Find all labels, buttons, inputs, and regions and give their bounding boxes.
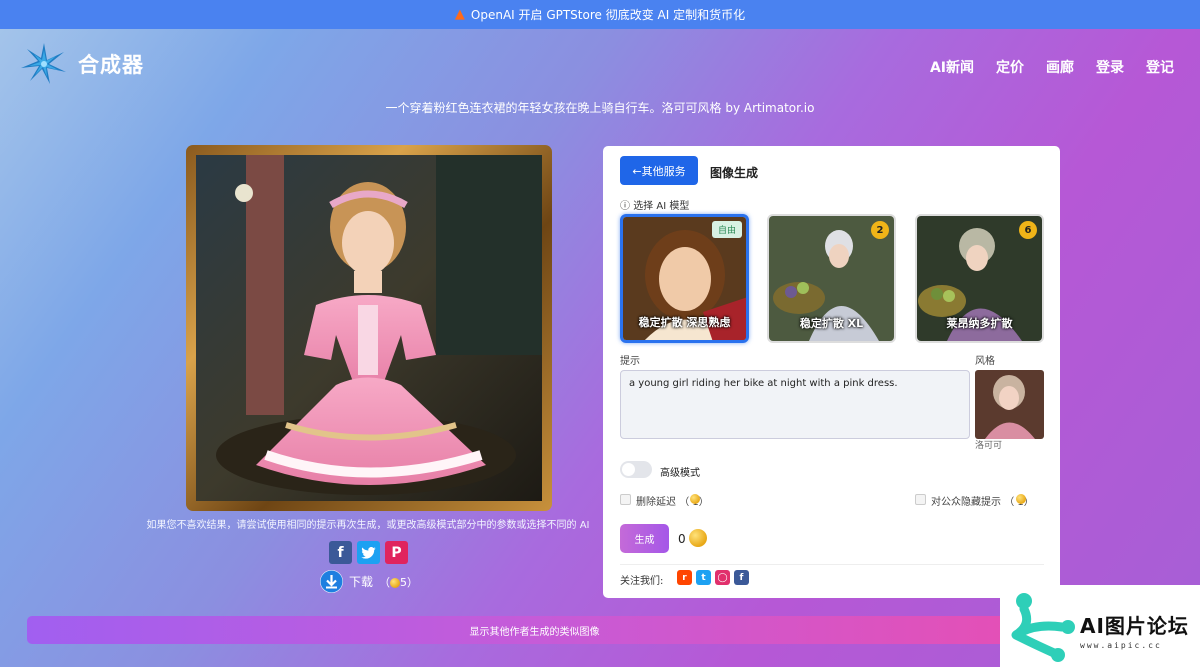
advanced-mode-toggle[interactable]	[620, 461, 652, 478]
info-icon: ⓘ	[620, 201, 630, 212]
site-header: 合成器 AI新闻 定价 画廊 登录 登记	[0, 29, 1200, 101]
download-cost: （5）	[379, 575, 419, 589]
announcement-text: OpenAI 开启 GPTStore 彻底改变 AI 定制和货币化	[470, 8, 746, 22]
generation-panel: ←其他服务 图像生成 ⓘ 选择 AI 模型 自由 稳定扩散 深思熟虑 2 稳定扩…	[603, 146, 1060, 598]
model-option-sd-xl[interactable]: 2 稳定扩散 XL	[767, 214, 896, 343]
free-badge: 自由	[711, 221, 742, 238]
twitter-icon[interactable]: t	[696, 570, 711, 585]
watermark-logo-icon	[1011, 593, 1075, 662]
twitter-icon[interactable]	[357, 541, 380, 564]
generated-image[interactable]	[196, 155, 542, 501]
show-similar-images-button[interactable]: 显示其他作者生成的类似图像	[27, 616, 1042, 644]
other-services-button[interactable]: ←其他服务	[620, 156, 698, 185]
watermark: AI图片论坛 www.aipic.cc	[1000, 585, 1200, 667]
nav-register[interactable]: 登记	[1146, 57, 1174, 77]
download-label: 下载	[349, 575, 374, 589]
facebook-icon[interactable]: f	[734, 570, 749, 585]
nav-gallery[interactable]: 画廊	[1046, 57, 1074, 77]
model-name: 莱昂纳多扩散	[946, 317, 1013, 330]
nav-ai-news[interactable]: AI新闻	[930, 57, 974, 77]
style-label: 风格	[975, 356, 995, 367]
model-select-label: ⓘ 选择 AI 模型	[620, 201, 690, 212]
style-name: 洛可可	[975, 441, 1003, 451]
coin-icon	[1016, 494, 1026, 504]
instagram-icon[interactable]: ◯	[715, 570, 730, 585]
generate-button[interactable]: 生成	[620, 524, 669, 553]
prompt-label: 提示	[620, 356, 640, 367]
share-buttons: f P	[329, 541, 408, 564]
coin-balance: 0	[678, 532, 686, 546]
remove-delay-checkbox[interactable]	[620, 494, 631, 505]
toggle-knob	[622, 463, 635, 476]
nav-pricing[interactable]: 定价	[996, 57, 1024, 77]
fire-icon: ▲	[454, 7, 465, 22]
generated-image-frame	[186, 145, 552, 511]
hide-prompt-checkbox[interactable]	[915, 494, 926, 505]
follow-us-label: 关注我们:	[620, 576, 664, 587]
watermark-url: www.aipic.cc	[1080, 641, 1162, 650]
prompt-input[interactable]	[620, 370, 970, 439]
cost-badge: 6	[1019, 221, 1037, 239]
cost-badge: 2	[871, 221, 889, 239]
pinterest-icon[interactable]: P	[385, 541, 408, 564]
coin-icon	[390, 577, 401, 588]
reddit-icon[interactable]: r	[677, 570, 692, 585]
facebook-icon[interactable]: f	[329, 541, 352, 564]
nav-login[interactable]: 登录	[1096, 57, 1124, 77]
model-name: 稳定扩散 深思熟虑	[638, 316, 731, 329]
announcement-banner[interactable]: ▲ OpenAI 开启 GPTStore 彻底改变 AI 定制和货币化	[0, 0, 1200, 29]
image-prompt-title: 一个穿着粉红色连衣裙的年轻女孩在晚上骑自行车。洛可可风格 by Artimato…	[385, 101, 815, 115]
model-option-sd-deliberate[interactable]: 自由 稳定扩散 深思熟虑	[620, 214, 749, 343]
style-thumb-image	[975, 370, 1044, 439]
download-button[interactable]: 下载 （5）	[320, 570, 418, 593]
watermark-text: AI图片论坛	[1080, 614, 1189, 638]
panel-title: 图像生成	[710, 166, 759, 180]
model-option-leonardo[interactable]: 6 莱昂纳多扩散	[915, 214, 1044, 343]
logo-text: 合成器	[78, 53, 144, 77]
download-icon	[320, 570, 343, 593]
regenerate-hint: 如果您不喜欢结果，请尝试使用相同的提示再次生成，或更改高级模式部分中的参数或选择…	[146, 520, 590, 531]
site-logo[interactable]: 合成器	[20, 42, 144, 86]
advanced-mode-label: 高级模式	[660, 468, 700, 479]
main-nav: AI新闻 定价 画廊 登录 登记	[930, 57, 1174, 77]
coin-icon	[690, 494, 700, 504]
divider	[620, 564, 1044, 565]
model-name: 稳定扩散 XL	[799, 317, 864, 330]
style-selector[interactable]	[975, 370, 1044, 439]
coin-icon	[689, 529, 707, 547]
girl-painting-image	[196, 155, 542, 501]
logo-burst-icon	[21, 43, 66, 84]
